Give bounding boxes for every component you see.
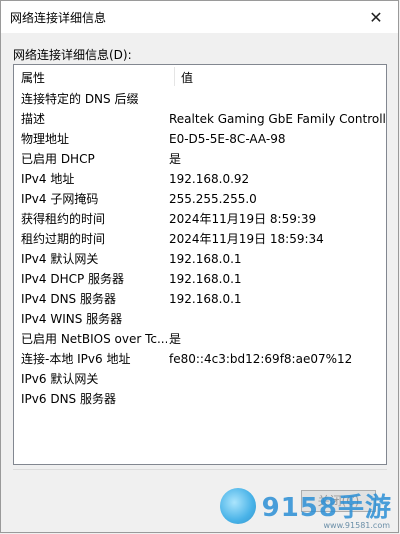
row-property: IPv4 地址 bbox=[21, 172, 75, 186]
row-value: 2024年11月19日 18:59:34 bbox=[169, 232, 324, 246]
network-details-dialog: 网络连接详细信息 ✕ 网络连接详细信息(D): 属性 值 连接特定的 DNS 后… bbox=[0, 0, 399, 533]
details-list[interactable]: 属性 值 连接特定的 DNS 后缀 描述 Realtek Gaming GbE Fa… bbox=[13, 64, 387, 465]
row-property: 连接-本地 IPv6 地址 bbox=[21, 352, 131, 366]
row-property: 物理地址 bbox=[21, 132, 70, 146]
row-property: IPv4 WINS 服务器 bbox=[21, 312, 123, 326]
table-row[interactable]: IPv4 子网掩码 255.255.255.0 bbox=[14, 189, 386, 209]
table-row[interactable]: 已启用 DHCP 是 bbox=[14, 149, 386, 169]
row-value: 2024年11月19日 8:59:39 bbox=[169, 212, 317, 226]
table-row[interactable]: IPv4 地址 192.168.0.92 bbox=[14, 169, 386, 189]
watermark-logo-icon bbox=[219, 487, 256, 524]
row-property: 连接特定的 DNS 后缀 bbox=[21, 92, 139, 106]
table-row[interactable]: IPv6 DNS 服务器 bbox=[14, 389, 386, 409]
column-header-value[interactable]: 值 bbox=[181, 69, 193, 86]
row-property: IPv4 默认网关 bbox=[21, 252, 99, 266]
row-property: IPv4 子网掩码 bbox=[21, 192, 99, 206]
row-value: 192.168.0.92 bbox=[169, 172, 250, 186]
table-row[interactable]: 描述 Realtek Gaming GbE Family Controller bbox=[14, 109, 386, 129]
watermark-brand: 9158手游 bbox=[261, 493, 392, 523]
column-divider[interactable] bbox=[174, 67, 175, 86]
table-row[interactable]: IPv4 DHCP 服务器 192.168.0.1 bbox=[14, 269, 386, 289]
row-value: 192.168.0.1 bbox=[169, 252, 242, 266]
row-value: 192.168.0.1 bbox=[169, 272, 242, 286]
column-header-property[interactable]: 属性 bbox=[21, 69, 45, 86]
table-row[interactable]: IPv4 默认网关 192.168.0.1 bbox=[14, 249, 386, 269]
table-row[interactable]: IPv4 WINS 服务器 bbox=[14, 309, 386, 329]
row-value: 是 bbox=[169, 332, 182, 346]
title-bar: 网络连接详细信息 ✕ bbox=[1, 1, 398, 33]
table-row[interactable]: 连接特定的 DNS 后缀 bbox=[14, 89, 386, 109]
watermark-url: www.91581.com bbox=[323, 521, 390, 530]
row-value: E0-D5-5E-8C-AA-98 bbox=[169, 132, 286, 146]
table-row[interactable]: IPv4 DNS 服务器 192.168.0.1 bbox=[14, 289, 386, 309]
row-property: IPv4 DNS 服务器 bbox=[21, 292, 116, 306]
row-property: 租约过期的时间 bbox=[21, 232, 106, 246]
row-value: Realtek Gaming GbE Family Controller bbox=[169, 112, 387, 126]
table-row[interactable]: 连接-本地 IPv6 地址 fe80::4c3:bd12:69f8:ae07%12 bbox=[14, 349, 386, 369]
row-value: fe80::4c3:bd12:69f8:ae07%12 bbox=[169, 352, 353, 366]
table-row[interactable]: 获得租约的时间 2024年11月19日 8:59:39 bbox=[14, 209, 386, 229]
table-row[interactable]: 物理地址 E0-D5-5E-8C-AA-98 bbox=[14, 129, 386, 149]
close-icon[interactable]: ✕ bbox=[354, 1, 398, 33]
table-row[interactable]: 租约过期的时间 2024年11月19日 18:59:34 bbox=[14, 229, 386, 249]
row-value: 255.255.255.0 bbox=[169, 192, 257, 206]
row-property: 已启用 NetBIOS over Tc... bbox=[21, 332, 167, 346]
row-property: IPv6 默认网关 bbox=[21, 372, 99, 386]
list-header: 属性 值 bbox=[14, 65, 386, 88]
row-property: 已启用 DHCP bbox=[21, 152, 95, 166]
watermark: 9158手游 bbox=[219, 487, 392, 524]
table-row[interactable]: 已启用 NetBIOS over Tc... 是 bbox=[14, 329, 386, 349]
row-property: IPv4 DHCP 服务器 bbox=[21, 272, 125, 286]
row-property: 获得租约的时间 bbox=[21, 212, 106, 226]
details-group-label: 网络连接详细信息(D): bbox=[13, 48, 132, 62]
row-value: 是 bbox=[169, 152, 182, 166]
window-title: 网络连接详细信息 bbox=[10, 11, 107, 25]
table-row[interactable]: IPv6 默认网关 bbox=[14, 369, 386, 389]
row-value: 192.168.0.1 bbox=[169, 292, 242, 306]
details-rows: 连接特定的 DNS 后缀 描述 Realtek Gaming GbE Family … bbox=[14, 89, 386, 409]
row-property: IPv6 DNS 服务器 bbox=[21, 392, 116, 406]
row-property: 描述 bbox=[21, 112, 46, 126]
